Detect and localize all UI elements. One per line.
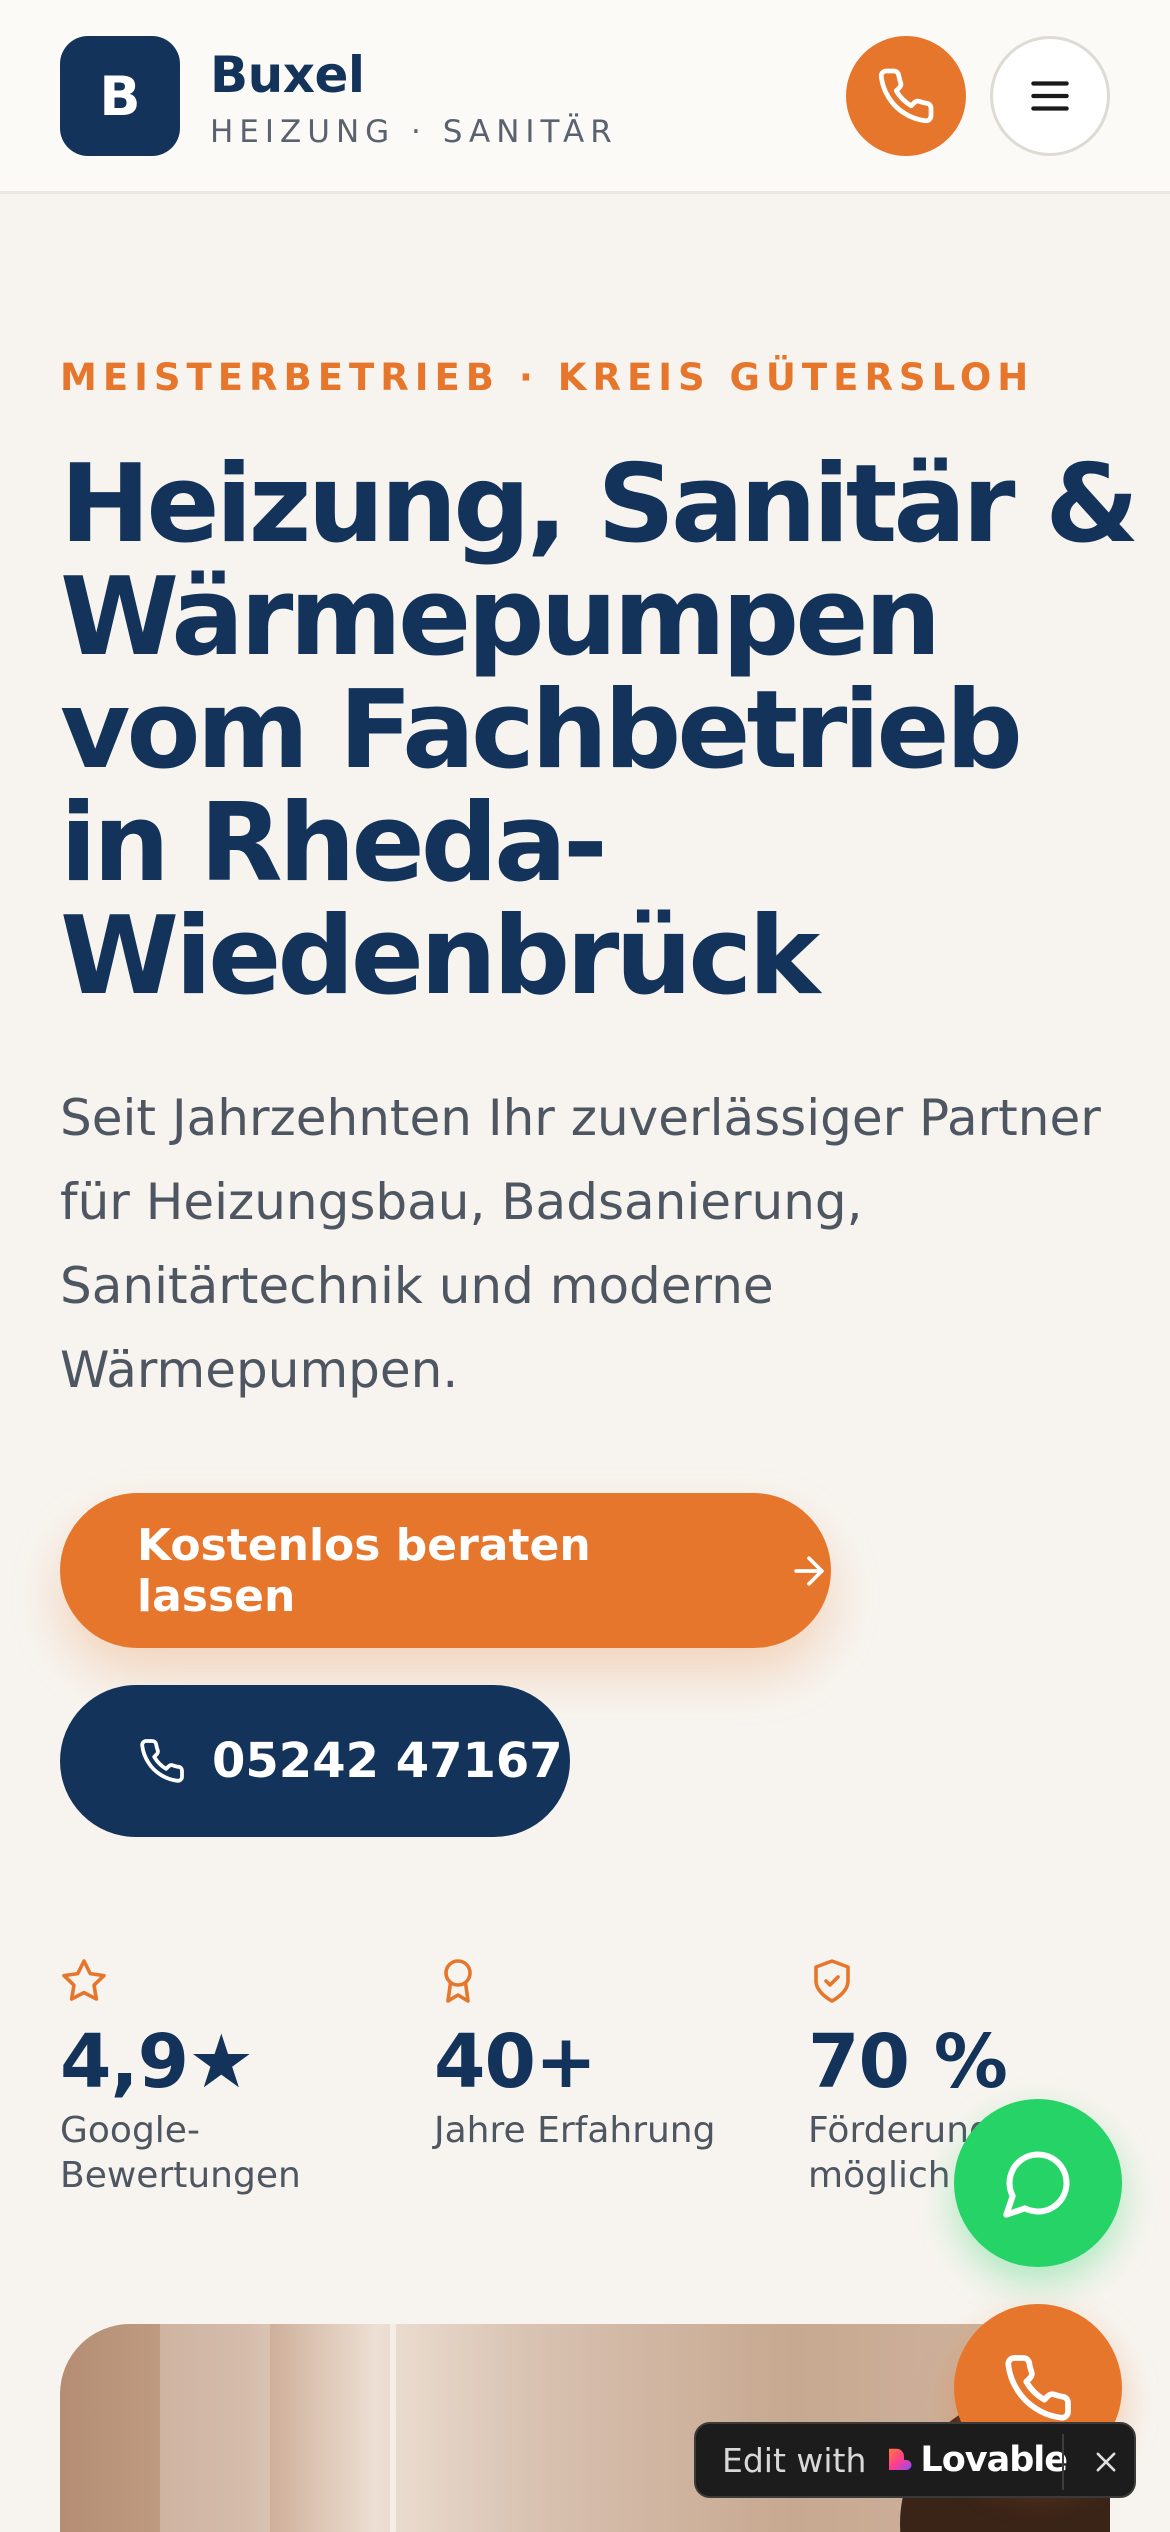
- phone-icon: [878, 68, 934, 124]
- chat-bubble-icon: [1003, 2151, 1070, 2218]
- header-call-button[interactable]: [846, 36, 966, 156]
- brand-tagline: HEIZUNG · SANITÄR: [210, 114, 618, 150]
- stat-value: 40+: [434, 2019, 597, 2105]
- arrow-right-icon: [787, 1549, 831, 1593]
- edit-with-lovable-badge[interactable]: Edit with Lovable: [694, 2422, 1136, 2498]
- stat-value: 4,9★: [60, 2019, 254, 2105]
- hero-lead: Seit Jahrzehnten Ihr zuverlässiger Partn…: [60, 1089, 1101, 1399]
- badge-divider: [1062, 2434, 1064, 2490]
- stat-label: Google-Bewertungen: [60, 2110, 301, 2196]
- menu-button[interactable]: [990, 36, 1110, 156]
- lovable-wordmark: Lovable: [920, 2440, 1068, 2480]
- shield-check-icon: [808, 1956, 1138, 2006]
- stat-value: 70 %: [808, 2019, 1008, 2105]
- image-edge: [390, 2324, 396, 2532]
- lovable-heart-icon: [884, 2445, 914, 2475]
- hamburger-icon: [1031, 81, 1069, 111]
- award-icon: [434, 1956, 764, 2006]
- close-icon[interactable]: [1078, 2424, 1134, 2500]
- whatsapp-chat-button[interactable]: [954, 2099, 1122, 2267]
- stat-rating: 4,9★ Google-Bewertungen: [60, 1956, 390, 2198]
- site-header: B Buxel HEIZUNG · SANITÄR: [0, 0, 1170, 194]
- stat-experience: 40+ Jahre Erfahrung: [434, 1956, 764, 2153]
- consultation-button[interactable]: Kostenlos beraten lassen: [60, 1493, 831, 1648]
- phone-number: 05242 47167: [212, 1733, 563, 1789]
- hero-eyebrow: MEISTERBETRIEB · KREIS GÜTERSLOH: [60, 356, 1035, 399]
- consultation-button-label: Kostenlos beraten lassen: [137, 1519, 591, 1622]
- phone-call-button[interactable]: 05242 47167: [60, 1685, 570, 1837]
- logo-badge[interactable]: B: [60, 36, 180, 156]
- image-light-area: [160, 2324, 270, 2532]
- badge-edit-text: Edit with: [722, 2440, 867, 2480]
- star-icon: [60, 1956, 390, 2006]
- brand-name[interactable]: Buxel: [210, 46, 365, 104]
- stat-label: Jahre Erfahrung: [434, 2110, 716, 2151]
- phone-icon: [1005, 2355, 1071, 2421]
- hero-headline: Heizung, Sanitär & Wärmepumpen vom Fachb…: [60, 442, 1139, 1019]
- phone-icon: [138, 1737, 186, 1785]
